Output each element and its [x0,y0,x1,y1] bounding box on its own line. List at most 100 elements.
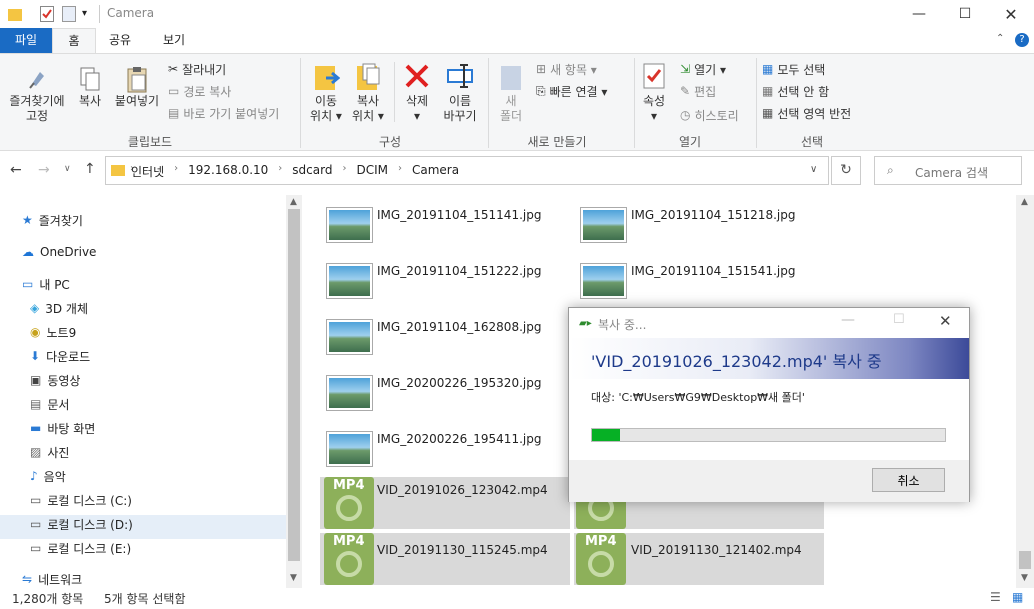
breadcrumb-item[interactable]: sdcard [292,163,332,180]
scrollbar-thumb[interactable] [1019,551,1031,569]
copy-to-button[interactable]: 복사 위치 ▾ [348,62,388,124]
search-box[interactable]: ⌕ Camera 검색 [874,156,1022,185]
search-input[interactable]: Camera 검색 [915,164,988,181]
invert-selection-label: 선택 영역 반전 [777,106,852,121]
list-item[interactable]: IMG_20191104_151222.jpg [302,251,552,303]
refresh-icon[interactable]: ↻ [831,156,861,185]
tab-view[interactable]: 보기 [152,28,196,53]
move-to-button[interactable]: 이동 위치 ▾ [306,62,346,124]
sidebar-item-drive-d[interactable]: ▭ 로컬 디스크 (D:) [30,513,133,535]
sidebar-item-onedrive[interactable]: ☁ OneDrive [22,241,96,263]
quick-access-dropdown-icon[interactable]: ▾ [82,8,96,24]
list-item-selected[interactable]: MP4 VID_20191026_123042.mp4 [320,477,570,529]
minimize-icon[interactable]: — [841,312,855,328]
select-all-button[interactable]: ▦ 모두 선택 [762,59,825,79]
up-arrow-icon[interactable]: ↑ [84,161,96,177]
edit-button[interactable]: ✎ 편집 [680,81,716,101]
easy-access-button[interactable]: ⎘ 빠른 연결 ▾ [536,81,607,101]
sidebar-item-desktop[interactable]: ▬ 바탕 화면 [30,417,95,439]
breadcrumb-item[interactable]: Camera [412,163,459,180]
copy-icon: ▰▸ [579,318,592,329]
cancel-button[interactable]: 취소 [872,468,945,492]
properties-button[interactable]: 속성 ▾ [638,62,670,124]
select-none-button[interactable]: ▦ 선택 안 함 [762,81,829,101]
forward-arrow-icon[interactable]: → [38,162,50,178]
history-label: 히스토리 [694,108,739,123]
close-icon[interactable]: ✕ [988,0,1034,28]
new-folder-label: 새 폴더 [499,94,523,123]
sidebar-item-label: 로컬 디스크 (E:) [47,541,132,556]
scroll-down-icon[interactable]: ▼ [1021,573,1028,583]
paste-button[interactable]: 붙여넣기 [110,66,164,109]
sidebar-item-this-pc[interactable]: ▭ 내 PC [22,273,70,295]
file-name: VID_20191130_121402.mp4 [631,543,802,557]
dialog-title: 복사 중... [598,318,647,332]
sidebar-item-note9[interactable]: ◉ 노트9 [30,321,76,343]
sidebar-item-network[interactable]: ⇋ 네트워크 [22,568,82,590]
ribbon-collapse-icon[interactable]: ⌃ [996,33,1004,44]
copy-button[interactable]: 복사 [72,66,108,109]
breadcrumb-item[interactable]: 인터넷 [131,163,164,180]
tab-share[interactable]: 공유 [98,28,142,53]
pin-to-quick-access-button[interactable]: 즐겨찾기에 고정 [4,66,70,124]
list-item-selected[interactable]: MP4 VID_20191130_121402.mp4 [574,533,824,585]
open-label: 열기 ▾ [694,62,726,77]
sidebar-item-3d-objects[interactable]: ◈ 3D 개체 [30,297,88,319]
sidebar-item-quick-access[interactable]: ★ 즐겨찾기 [22,209,83,231]
sidebar-item-videos[interactable]: ▣ 동영상 [30,369,80,391]
copy-path-button[interactable]: ▭ 경로 복사 [168,81,231,101]
edit-icon: ✎ [680,84,691,98]
list-item[interactable]: IMG_20200226_195320.jpg [302,363,552,415]
maximize-icon[interactable]: ☐ [942,0,988,28]
list-item[interactable]: IMG_20191104_151541.jpg [556,251,806,303]
scrollbar-thumb[interactable] [288,209,300,561]
list-item[interactable]: IMG_20191104_151218.jpg [556,195,806,247]
content-scrollbar[interactable]: ▲ ▼ [1016,195,1034,588]
history-button[interactable]: ◷ 히스토리 [680,105,739,125]
sidebar-scrollbar[interactable]: ▲ ▼ [286,195,302,588]
sidebar-item-label: 로컬 디스크 (C:) [47,493,132,508]
new-folder-button[interactable]: 새 폴더 [494,62,528,124]
sidebar-item-downloads[interactable]: ⬇ 다운로드 [30,345,90,367]
breadcrumb-item[interactable]: DCIM [356,163,388,180]
scroll-down-icon[interactable]: ▼ [290,573,297,583]
list-item[interactable]: IMG_20200226_195411.jpg [302,419,552,471]
cut-button[interactable]: ✂ 잘라내기 [168,59,226,79]
recent-dropdown-icon[interactable]: ∨ [64,164,71,174]
sidebar-item-label: 문서 [47,397,70,412]
list-item[interactable]: IMG_20191104_162808.jpg [302,307,552,359]
sidebar-item-music[interactable]: ♪ 음악 [30,465,66,487]
paste-shortcut-button[interactable]: ▤ 바로 가기 붙여넣기 [168,103,279,123]
list-item[interactable]: IMG_20191104_151141.jpg [302,195,552,247]
sidebar-item-drive-e[interactable]: ▭ 로컬 디스크 (E:) [30,537,131,559]
details-view-icon[interactable]: ☰ [990,590,1001,604]
list-item-selected[interactable]: MP4 VID_20191130_115245.mp4 [320,533,570,585]
invert-selection-button[interactable]: ▦ 선택 영역 반전 [762,103,851,123]
paste-label: 붙여넣기 [114,94,160,108]
pin-label: 즐겨찾기에 고정 [9,94,65,123]
cube-icon: ◈ [30,301,40,315]
scroll-up-icon[interactable]: ▲ [1021,197,1028,207]
new-item-button[interactable]: ⊞ 새 항목 ▾ [536,59,597,79]
sidebar-item-label: 노트9 [46,325,77,340]
tiles-view-icon[interactable]: ▦ [1012,590,1023,604]
help-icon[interactable]: ? [1015,33,1029,47]
minimize-icon[interactable]: — [896,0,942,28]
tab-home[interactable]: 홈 [52,28,96,53]
sidebar-item-drive-c[interactable]: ▭ 로컬 디스크 (C:) [30,489,132,511]
open-button[interactable]: ⇲ 열기 ▾ [680,59,726,79]
scroll-up-icon[interactable]: ▲ [290,197,297,207]
back-arrow-icon[interactable]: ← [10,162,22,178]
close-icon[interactable]: ✕ [939,312,952,330]
address-dropdown-icon[interactable]: ∨ [810,164,817,175]
sidebar-item-pictures[interactable]: ▨ 사진 [30,441,69,463]
maximize-icon[interactable]: ☐ [893,312,905,327]
delete-button[interactable]: 삭제 ▾ [398,62,436,124]
rename-button[interactable]: 이름 바꾸기 [438,62,482,124]
breadcrumb-item[interactable]: 192.168.0.10 [188,163,268,180]
tab-file[interactable]: 파일 [0,28,52,53]
new-folder-quick-icon[interactable] [62,6,76,22]
properties-quick-icon[interactable] [40,6,54,22]
sidebar-item-documents[interactable]: ▤ 문서 [30,393,69,415]
video-icon: MP4 [576,533,626,585]
